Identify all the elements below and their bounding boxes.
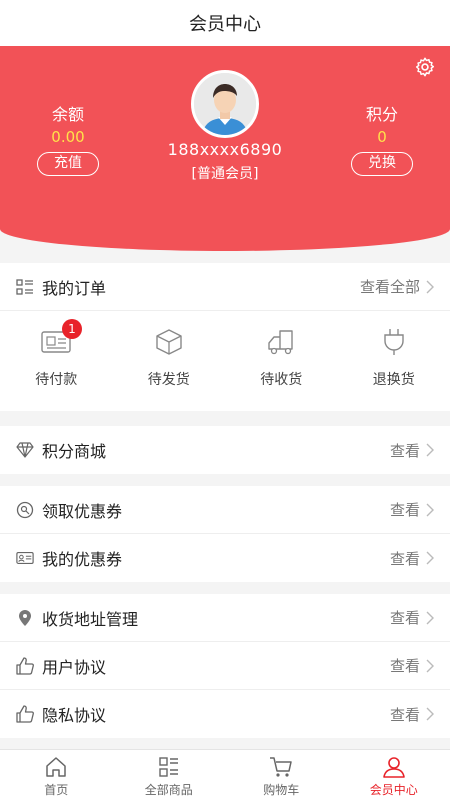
tab-label: 首页: [44, 783, 69, 797]
view-link[interactable]: 查看: [390, 607, 420, 628]
truck-icon: [268, 330, 293, 355]
points-mall-row[interactable]: 积分商城 查看: [0, 426, 450, 474]
chevron-right-icon: [426, 659, 434, 672]
coupons-card: 领取优惠券 查看 我的优惠券 查看: [0, 486, 450, 582]
pending-payment-badge: 1: [62, 319, 82, 339]
chevron-right-icon: [426, 280, 434, 293]
order-status-label: 待发货: [147, 372, 190, 388]
tab-label: 购物车: [263, 783, 300, 797]
balance-label: 余额: [51, 105, 84, 124]
gear-icon[interactable]: [414, 56, 436, 78]
bottom-tab-bar: 首页 全部商品 购物车 会员中心: [0, 749, 450, 800]
coupon-tag-icon: [16, 501, 34, 519]
tab-all-products[interactable]: 全部商品: [113, 750, 226, 800]
points-label: 积分: [365, 105, 398, 124]
points-value: 0: [377, 128, 387, 146]
thumbs-up-icon: [16, 656, 34, 675]
order-status-label: 待收货: [260, 372, 303, 388]
tab-member-center[interactable]: 会员中心: [338, 750, 450, 800]
points-mall-card: 积分商城 查看: [0, 426, 450, 474]
orders-card: 我的订单 查看全部 1 待付款 待发货 待收货 退换货: [0, 263, 450, 411]
order-status-list: 1 待付款 待发货 待收货 退换货: [0, 311, 450, 411]
privacy-row[interactable]: 隐私协议 查看: [0, 690, 450, 738]
user-agreement-label: 用户协议: [42, 657, 107, 677]
grid-list-icon: [159, 757, 178, 777]
thumbs-up-icon: [16, 705, 34, 723]
order-pending-receipt[interactable]: 待收货: [225, 311, 338, 411]
home-icon: [46, 757, 66, 777]
diamond-icon: [16, 441, 34, 459]
user-icon: [382, 757, 405, 778]
my-coupon-label: 我的优惠券: [42, 550, 123, 569]
view-link[interactable]: 查看: [390, 499, 420, 520]
order-status-label: 待付款: [35, 372, 78, 388]
tab-label: 全部商品: [144, 783, 193, 797]
exchange-button[interactable]: 兑换: [351, 152, 413, 176]
view-link[interactable]: 查看: [390, 704, 420, 725]
chevron-right-icon: [426, 443, 434, 457]
order-list-icon: [16, 278, 34, 296]
view-link[interactable]: 查看: [390, 440, 420, 461]
location-pin-icon: [16, 609, 34, 627]
tab-label: 会员中心: [369, 783, 418, 797]
address-label: 收货地址管理: [42, 609, 139, 629]
points-block: 积分 0 兑换: [322, 104, 442, 176]
user-agreement-row[interactable]: 用户协议 查看: [0, 642, 450, 690]
get-coupon-label: 领取优惠券: [42, 501, 123, 521]
get-coupon-row[interactable]: 领取优惠券 查看: [0, 486, 450, 534]
chevron-right-icon: [426, 551, 434, 565]
chevron-right-icon: [426, 611, 434, 624]
profile-header: 余额 0.00 充值 188xxxx6890 [普通会员] 积分 0 兑换: [0, 46, 450, 251]
id-card-icon: [16, 549, 34, 567]
my-orders-row[interactable]: 我的订单 查看全部: [0, 263, 450, 311]
order-pending-payment[interactable]: 1 待付款: [0, 311, 113, 411]
points-mall-label: 积分商城: [42, 442, 107, 461]
box-icon: [156, 329, 182, 355]
tab-cart[interactable]: 购物车: [225, 750, 338, 800]
order-return[interactable]: 退换货: [338, 311, 450, 411]
view-all-link[interactable]: 查看全部: [360, 276, 420, 297]
privacy-label: 隐私协议: [42, 706, 107, 725]
cart-icon: [270, 757, 292, 777]
view-link[interactable]: 查看: [390, 655, 420, 676]
settings-card: 收货地址管理 查看 用户协议 查看 隐私协议 查看: [0, 594, 450, 738]
plug-return-icon: [384, 329, 404, 355]
my-orders-label: 我的订单: [42, 278, 107, 298]
address-row[interactable]: 收货地址管理 查看: [0, 594, 450, 642]
order-status-label: 退换货: [372, 372, 415, 388]
my-coupon-row[interactable]: 我的优惠券 查看: [0, 534, 450, 582]
chevron-right-icon: [426, 503, 434, 516]
user-avatar-icon: [194, 73, 256, 135]
avatar[interactable]: [191, 70, 259, 138]
page-title: 会员中心: [189, 14, 261, 35]
order-pending-shipment[interactable]: 待发货: [113, 311, 226, 411]
page-title-bar: 会员中心: [0, 0, 450, 46]
chevron-right-icon: [426, 707, 434, 721]
tab-home[interactable]: 首页: [0, 750, 113, 800]
view-link[interactable]: 查看: [390, 548, 420, 569]
